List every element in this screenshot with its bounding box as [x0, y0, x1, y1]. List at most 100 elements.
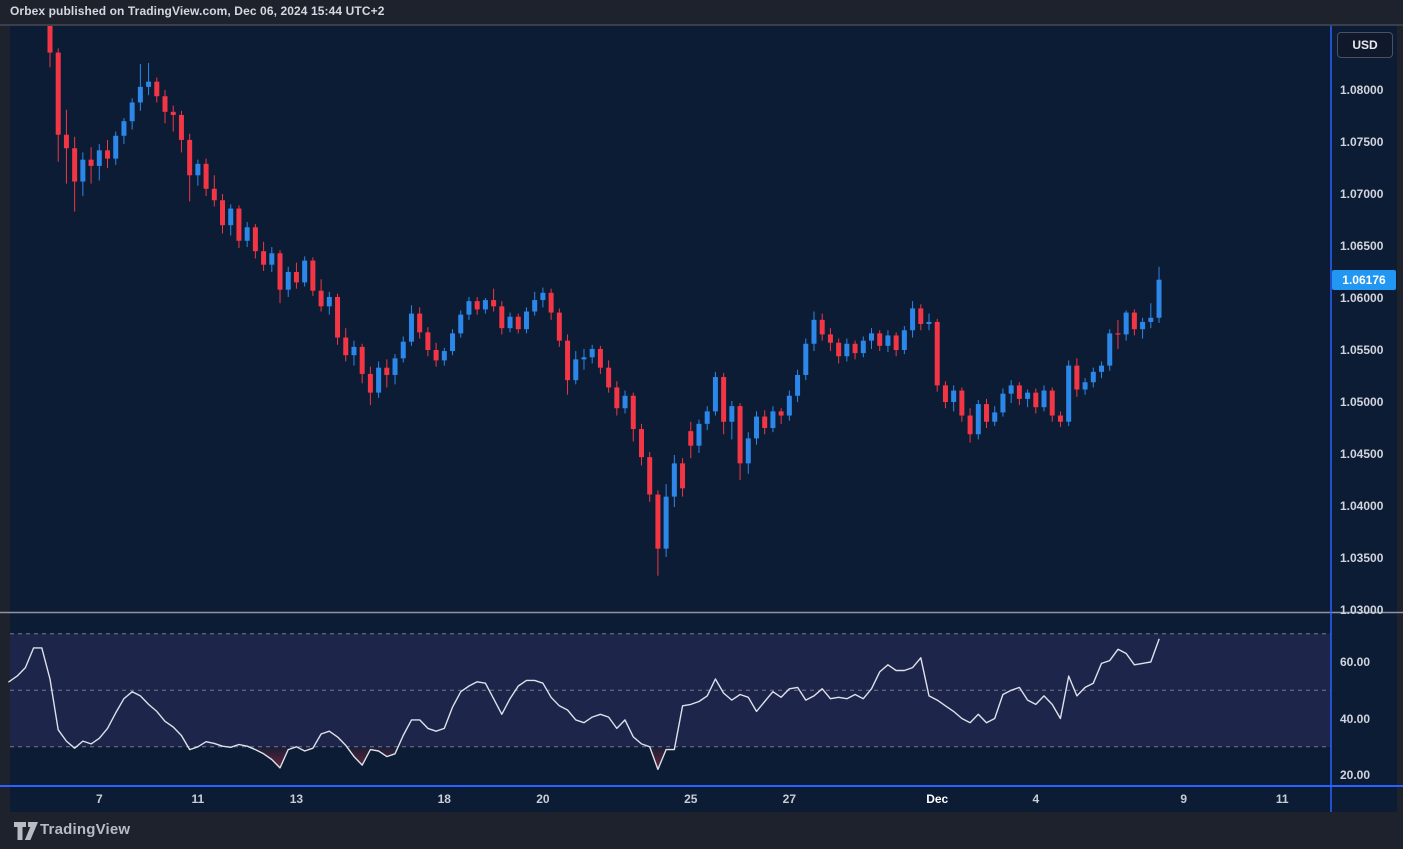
- candle-down: [680, 463, 686, 489]
- rsi-tick-label: 40.00: [1340, 711, 1371, 726]
- candle-up: [770, 411, 776, 428]
- candle-up: [811, 319, 817, 344]
- candle-down: [154, 81, 160, 97]
- candle-down: [1057, 415, 1063, 422]
- candle-down: [335, 296, 341, 338]
- candle-up: [1090, 371, 1096, 383]
- candle-up: [96, 150, 102, 166]
- time-tick-label: 9: [1180, 792, 1187, 806]
- candle-down: [1016, 385, 1022, 399]
- candle-down: [261, 251, 267, 265]
- publish-header: Orbex published on TradingView.com, Dec …: [0, 0, 1403, 24]
- time-tick-label: 11: [191, 792, 205, 806]
- candle-down: [203, 163, 209, 189]
- candle-up: [803, 343, 809, 375]
- candle-down: [778, 411, 784, 416]
- candle-up: [507, 316, 513, 329]
- time-tick-label: 27: [782, 792, 797, 806]
- candle-up: [244, 227, 250, 241]
- candle-up: [1041, 390, 1047, 408]
- candle-up: [885, 335, 891, 346]
- price-tick-label: 1.03500: [1340, 551, 1384, 565]
- candle-down: [556, 312, 562, 341]
- candle-down: [1033, 392, 1039, 408]
- candle-up: [1156, 279, 1162, 318]
- candle-up: [753, 416, 759, 439]
- candle-down: [1115, 333, 1121, 335]
- currency-button[interactable]: USD: [1337, 32, 1393, 58]
- candle-down: [630, 395, 636, 430]
- candle-down: [967, 415, 973, 435]
- candle-up: [523, 311, 529, 330]
- candle-down: [474, 301, 480, 310]
- candle-down: [893, 335, 899, 350]
- candle-up: [441, 351, 447, 361]
- candle-up: [581, 357, 587, 360]
- candle-up: [1099, 365, 1105, 372]
- candle-down: [638, 429, 644, 458]
- publish-title: Orbex published on TradingView.com, Dec …: [10, 4, 385, 18]
- rsi-tick-label: 20.00: [1340, 768, 1371, 782]
- candle-down: [655, 494, 661, 549]
- candle-down: [827, 334, 833, 343]
- candle-down: [918, 308, 924, 324]
- candle-up: [195, 163, 201, 176]
- candle-up: [113, 135, 119, 159]
- candle-up: [712, 377, 718, 412]
- candle-down: [836, 342, 842, 357]
- candle-down: [515, 316, 521, 330]
- candle-up: [1082, 382, 1088, 390]
- candle-down: [170, 111, 176, 115]
- candle-up: [1008, 385, 1014, 394]
- candle-up: [910, 308, 916, 331]
- candle-down: [63, 134, 69, 149]
- candle-down: [959, 390, 965, 416]
- candle-up: [671, 463, 677, 497]
- candle-up: [745, 438, 751, 464]
- rsi-tick-label: 60.00: [1340, 655, 1371, 669]
- candle-up: [285, 272, 291, 290]
- candle-down: [934, 321, 940, 386]
- candle-up: [795, 374, 801, 396]
- candle-down: [187, 139, 193, 176]
- candle-up: [869, 333, 874, 341]
- price-tick-label: 1.05500: [1340, 343, 1384, 357]
- candle-up: [1000, 393, 1006, 413]
- candle-down: [548, 292, 554, 313]
- candle-up: [351, 346, 357, 356]
- candle-down: [318, 290, 324, 307]
- candle-down: [721, 377, 727, 422]
- tradingview-logo-icon[interactable]: [13, 821, 39, 841]
- candle-up: [326, 296, 332, 307]
- candle-up: [1140, 321, 1146, 330]
- candle-up: [1123, 312, 1129, 335]
- candle-down: [606, 367, 612, 388]
- candle-up: [532, 300, 538, 312]
- chart-canvas[interactable]: [0, 0, 1403, 849]
- time-tick-label: 18: [437, 792, 451, 806]
- price-tick-label: 1.06500: [1340, 239, 1384, 253]
- candle-down: [737, 406, 743, 464]
- candle-up: [951, 390, 957, 402]
- candle-down: [425, 332, 431, 350]
- candle-up: [1107, 333, 1113, 366]
- candle-down: [359, 346, 365, 374]
- candle-up: [860, 340, 866, 354]
- candle-down: [367, 373, 373, 393]
- candle-up: [589, 348, 595, 358]
- candle-up: [458, 314, 464, 334]
- tradingview-chart-screenshot: Orbex published on TradingView.com, Dec …: [0, 0, 1403, 849]
- tradingview-brand-text[interactable]: TradingView: [40, 821, 130, 838]
- candle-down: [1074, 365, 1080, 390]
- candle-up: [696, 423, 702, 446]
- candle-up: [450, 333, 456, 352]
- candle-down: [852, 343, 858, 354]
- candle-up: [269, 253, 275, 265]
- candle-up: [573, 359, 579, 381]
- footer-bar: TradingView: [0, 812, 1403, 849]
- candle-down: [819, 319, 825, 335]
- candle-up: [926, 321, 932, 324]
- candle-up: [121, 121, 127, 136]
- candle-up: [992, 412, 998, 422]
- time-tick-label: Dec: [926, 792, 949, 806]
